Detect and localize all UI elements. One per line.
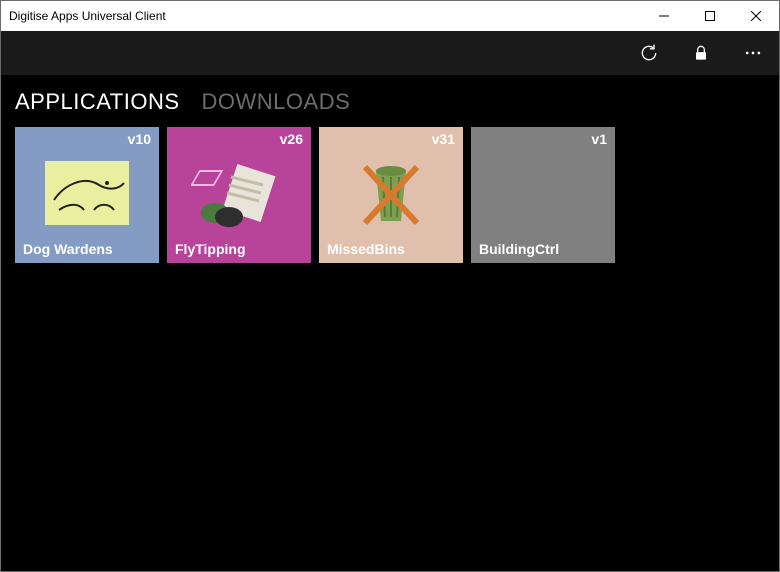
tile-name: FlyTipping — [175, 241, 246, 257]
lock-button[interactable] — [689, 41, 713, 65]
tile-version: v31 — [432, 131, 455, 147]
lock-icon — [691, 43, 711, 63]
tile-art — [191, 155, 287, 231]
close-icon — [751, 11, 761, 21]
content-area: APPLICATIONS DOWNLOADS v10 Dog Wardens — [1, 75, 779, 571]
minimize-button[interactable] — [641, 1, 687, 31]
close-button[interactable] — [733, 1, 779, 31]
minimize-icon — [659, 11, 669, 21]
window-title: Digitise Apps Universal Client — [9, 9, 166, 23]
tile-version: v10 — [128, 131, 151, 147]
refresh-icon — [639, 43, 659, 63]
window-controls — [641, 1, 779, 31]
bin-crossed-icon — [343, 155, 439, 231]
titlebar[interactable]: Digitise Apps Universal Client — [1, 1, 779, 31]
more-icon — [743, 43, 763, 63]
tile-missedbins[interactable]: v31 MissedBins — [319, 127, 463, 263]
tile-version: v26 — [280, 131, 303, 147]
tab-applications[interactable]: APPLICATIONS — [15, 89, 180, 115]
tabs: APPLICATIONS DOWNLOADS — [15, 89, 765, 115]
dog-icon — [39, 155, 135, 231]
tile-dog-wardens[interactable]: v10 Dog Wardens — [15, 127, 159, 263]
tile-version: v1 — [591, 131, 607, 147]
tile-name: MissedBins — [327, 241, 405, 257]
tile-art — [343, 155, 439, 231]
tile-grid: v10 Dog Wardens v26 — [15, 127, 765, 263]
tile-art — [39, 155, 135, 231]
tile-name: Dog Wardens — [23, 241, 113, 257]
app-toolbar — [1, 31, 779, 75]
more-button[interactable] — [741, 41, 765, 65]
window-frame: Digitise Apps Universal Client — [0, 0, 780, 572]
tile-flytipping[interactable]: v26 FlyTipping — [167, 127, 311, 263]
tile-buildingctrl[interactable]: v1 BuildingCtrl — [471, 127, 615, 263]
tab-downloads[interactable]: DOWNLOADS — [202, 89, 351, 115]
tile-name: BuildingCtrl — [479, 241, 559, 257]
refresh-button[interactable] — [637, 41, 661, 65]
maximize-button[interactable] — [687, 1, 733, 31]
flytipping-icon — [191, 155, 287, 231]
maximize-icon — [705, 11, 715, 21]
